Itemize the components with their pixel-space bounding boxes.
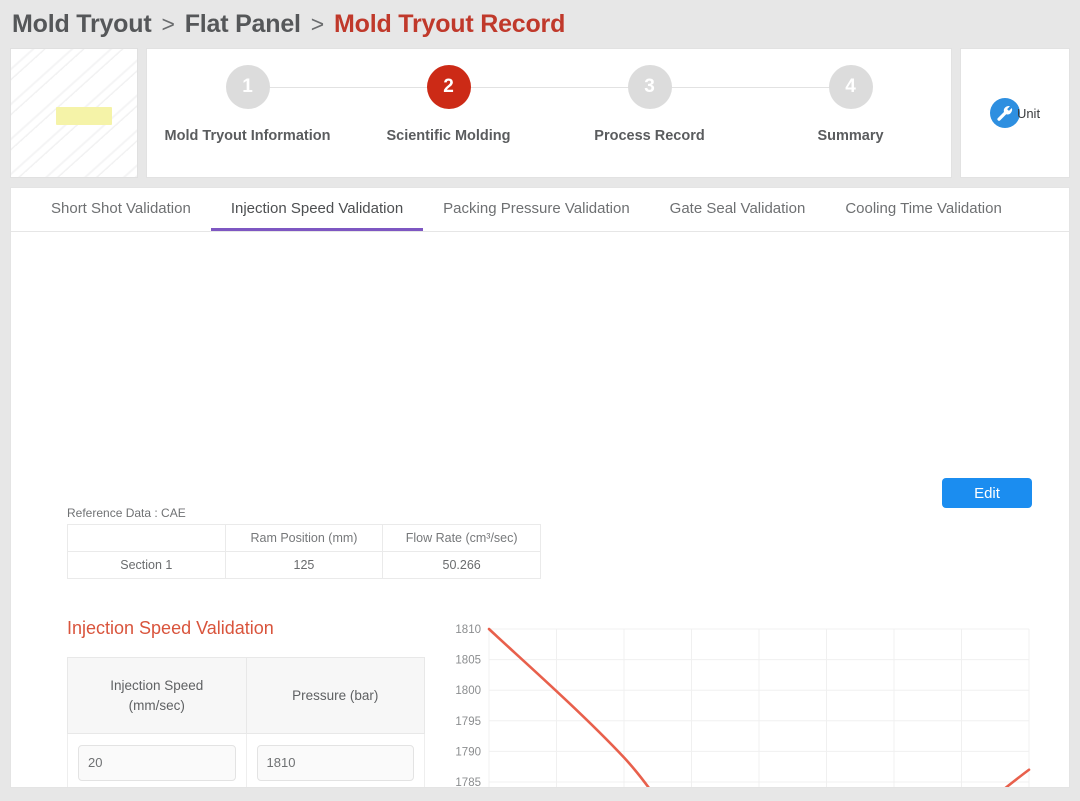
column-header-line-1: Injection Speed: [110, 677, 204, 693]
wrench-icon: [989, 98, 1020, 128]
tab-injection-speed-validation[interactable]: Injection Speed Validation: [210, 188, 424, 231]
tab-gate-seal-validation[interactable]: Gate Seal Validation: [650, 188, 826, 231]
reference-cell-flow-rate: 50.266: [382, 551, 541, 579]
svg-text:1785: 1785: [455, 777, 481, 788]
reference-cell-section: Section 1: [67, 551, 226, 579]
edit-button[interactable]: Edit: [942, 478, 1032, 508]
step-4-label: Summary: [817, 128, 884, 144]
table-row: Section 1 125 50.266: [67, 551, 541, 579]
step-2-number: 2: [426, 65, 471, 109]
step-3-number: 3: [627, 65, 672, 109]
svg-text:1805: 1805: [455, 655, 481, 667]
breadcrumb-separator-2: >: [310, 10, 325, 37]
breadcrumb: Mold Tryout > Flat Panel > Mold Tryout R…: [0, 0, 1080, 48]
reference-header-flow-rate: Flow Rate (cm³/sec): [382, 524, 541, 552]
step-1-mold-tryout-information[interactable]: 1 Mold Tryout Information: [147, 65, 449, 144]
cell-speed-1: [67, 733, 247, 787]
tab-packing-pressure-validation[interactable]: Packing Pressure Validation: [423, 188, 650, 231]
breadcrumb-item-mold-tryout[interactable]: Mold Tryout: [12, 10, 152, 39]
unit-button[interactable]: Unit: [960, 48, 1070, 178]
step-1-label: Mold Tryout Information: [164, 128, 331, 144]
step-2-label: Scientific Molding: [386, 128, 511, 144]
step-2-scientific-molding[interactable]: 2 Scientific Molding: [348, 65, 650, 144]
breadcrumb-item-current: Mold Tryout Record: [334, 9, 566, 38]
column-header-line-2: (mm/sec): [128, 697, 185, 713]
breadcrumb-separator-1: >: [161, 10, 175, 37]
step-1-number: 1: [225, 65, 270, 109]
chart-y-axis-labels: 1760176517701775178017851790179518001805…: [455, 624, 481, 788]
unit-button-content: Unit: [989, 98, 1041, 128]
part-shape: [56, 106, 112, 125]
step-3-process-record[interactable]: 3 Process Record: [549, 65, 851, 144]
svg-text:1790: 1790: [455, 746, 481, 758]
validation-tabbar: Short Shot Validation Injection Speed Va…: [11, 188, 1069, 232]
table-header-row: Injection Speed (mm/sec) Pressure (bar): [67, 657, 425, 734]
step-connector-3: [649, 87, 851, 88]
svg-text:1800: 1800: [455, 685, 481, 697]
main-panel: Short Shot Validation Injection Speed Va…: [10, 187, 1070, 788]
table-row: [67, 733, 425, 787]
chart-canvas: 1760176517701775178017851790179518001805…: [455, 624, 1031, 788]
svg-text:1795: 1795: [455, 716, 481, 728]
tab-short-shot-validation[interactable]: Short Shot Validation: [31, 188, 211, 231]
step-4-summary[interactable]: 4 Summary: [750, 65, 951, 144]
header-strip: 1 Mold Tryout Information 2 Scientific M…: [0, 48, 1080, 178]
tab-cooling-time-validation[interactable]: Cooling Time Validation: [825, 188, 1021, 231]
stepper-card: 1 Mold Tryout Information 2 Scientific M…: [146, 48, 952, 178]
step-4-number: 4: [828, 65, 873, 109]
reference-data-label: Reference Data : CAE: [67, 506, 186, 520]
table-header-row: Ram Position (mm) Flow Rate (cm³/sec): [67, 524, 541, 552]
injection-speed-input-1[interactable]: [78, 744, 236, 781]
injection-speed-chart: 1760176517701775178017851790179518001805…: [441, 617, 1041, 788]
breadcrumb-item-flat-panel[interactable]: Flat Panel: [185, 10, 301, 39]
progress-stepper: 1 Mold Tryout Information 2 Scientific M…: [147, 65, 951, 144]
step-connector-1: [247, 87, 449, 88]
pressure-input-1[interactable]: [256, 744, 414, 781]
column-header-pressure: Pressure (bar): [245, 657, 425, 734]
injection-speed-table: Injection Speed (mm/sec) Pressure (bar): [67, 657, 425, 787]
section-title: Injection Speed Validation: [67, 618, 274, 638]
svg-text:1810: 1810: [455, 624, 481, 636]
reference-header-ram-position: Ram Position (mm): [224, 524, 384, 552]
unit-button-label: Unit: [1016, 105, 1041, 121]
part-thumbnail-card[interactable]: [10, 48, 138, 178]
reference-data-table: Ram Position (mm) Flow Rate (cm³/sec) Se…: [67, 524, 541, 579]
column-header-injection-speed: Injection Speed (mm/sec): [67, 657, 247, 734]
reference-cell-ram-position: 125: [224, 551, 384, 579]
chart-grid-vertical: [488, 629, 1030, 787]
step-3-label: Process Record: [594, 128, 705, 144]
cell-pressure-1: [245, 733, 425, 787]
step-connector-2: [448, 87, 650, 88]
reference-header-blank: [67, 524, 226, 552]
